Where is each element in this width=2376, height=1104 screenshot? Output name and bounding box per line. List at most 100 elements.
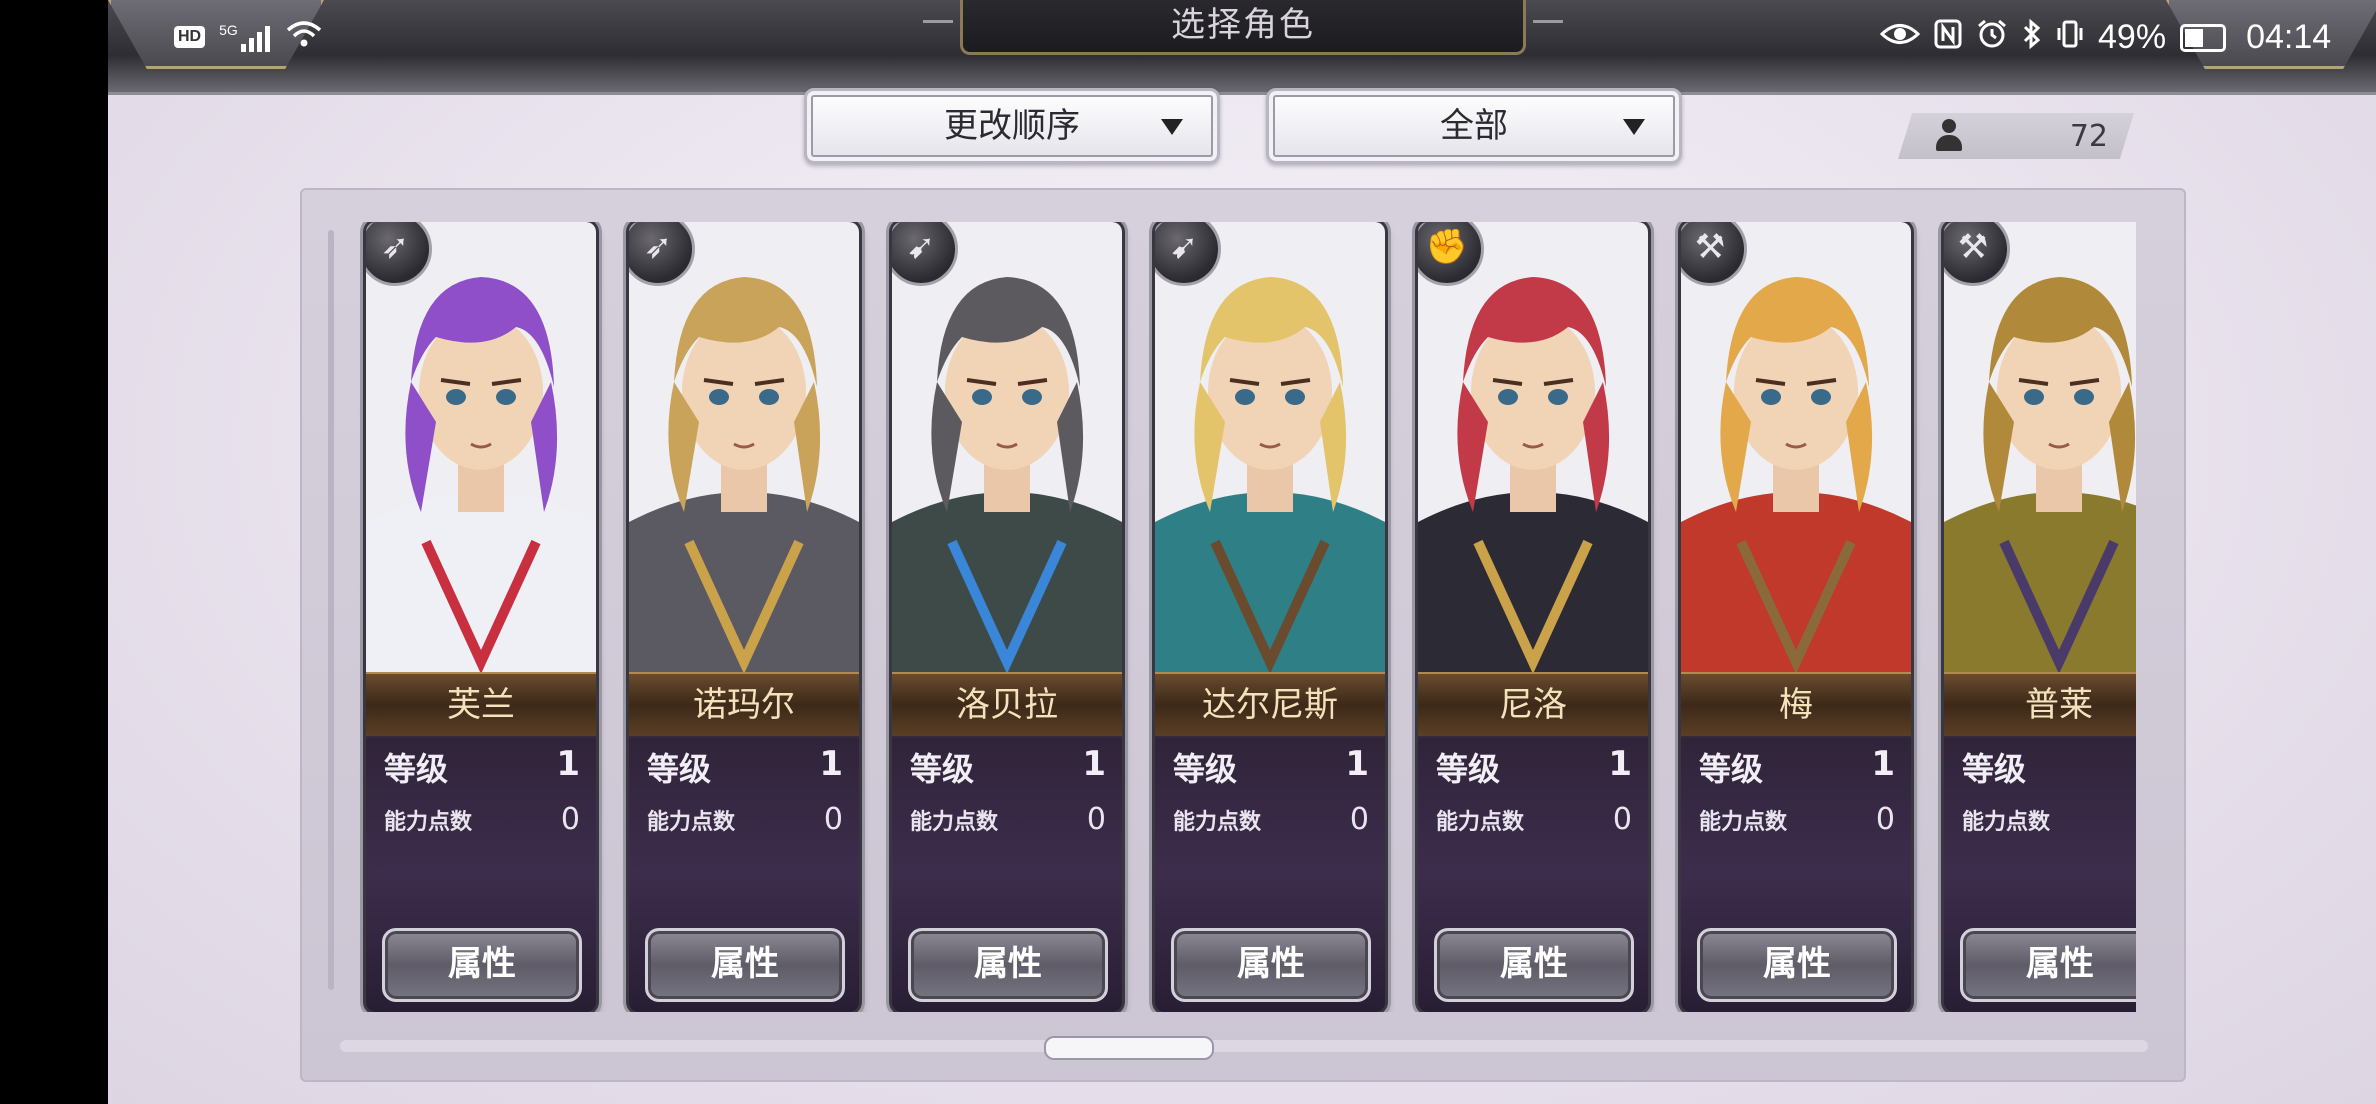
character-card[interactable]: ⚒ 普莱 等级 1 能力点数 0 属性 [1944, 222, 2136, 1012]
character-portrait[interactable] [1418, 222, 1648, 672]
level-label: 等级 [1173, 750, 1238, 788]
character-portrait[interactable] [1681, 222, 1911, 672]
ability-points-row: 能力点数 0 [647, 802, 843, 837]
attributes-button[interactable]: 属性 [1697, 928, 1897, 1002]
signal-icon: 5G [219, 22, 270, 52]
level-label: 等级 [647, 750, 712, 788]
attributes-button[interactable]: 属性 [1960, 928, 2136, 1002]
top-bar: HD 5G 选择角色 49% 04:14 [108, 0, 2376, 95]
ability-points-label: 能力点数 [910, 810, 999, 835]
network-type: 5G [219, 21, 238, 38]
ability-points-value: 0 [1086, 802, 1106, 837]
bluetooth-icon [2022, 18, 2042, 57]
scrollbar-thumb[interactable] [1044, 1036, 1214, 1060]
level-value: 1 [556, 744, 580, 784]
clock: 04:14 [2246, 18, 2332, 56]
level-label: 等级 [384, 750, 449, 788]
character-stats: 等级 1 能力点数 0 属性 [629, 736, 859, 1012]
ability-points-value: 0 [560, 802, 580, 837]
level-row: 等级 1 [1962, 744, 2136, 790]
attributes-button[interactable]: 属性 [908, 928, 1108, 1002]
ability-points-label: 能力点数 [647, 810, 736, 835]
eye-icon [1879, 21, 1921, 54]
character-list-panel: ➶ 芙兰 等级 1 能力点数 0 属性 ➶ 诺玛尔 等级 1 能力点数 0 属性… [300, 188, 2186, 1082]
ability-points-label: 能力点数 [1436, 810, 1525, 835]
ability-points-row: 能力点数 0 [1699, 802, 1895, 837]
chevron-down-icon [1623, 119, 1645, 135]
level-label: 等级 [1436, 750, 1501, 788]
status-right: 49% 04:14 [1879, 18, 2332, 57]
character-portrait[interactable] [629, 222, 859, 672]
level-row: 等级 1 [1436, 744, 1632, 790]
level-row: 等级 1 [647, 744, 843, 790]
character-card[interactable]: ➹ 达尔尼斯 等级 1 能力点数 0 属性 [1155, 222, 1385, 1012]
level-value: 1 [819, 744, 843, 784]
wifi-icon [284, 18, 324, 55]
level-row: 等级 1 [1699, 744, 1895, 790]
character-name: 诺玛尔 [629, 672, 859, 738]
character-portrait[interactable] [892, 222, 1122, 672]
ability-points-value: 0 [823, 802, 843, 837]
ability-points-row: 能力点数 0 [910, 802, 1106, 837]
filter-label: 全部 [1440, 106, 1508, 146]
level-row: 等级 1 [384, 744, 580, 790]
panel-left-edge [328, 230, 334, 990]
character-portrait[interactable] [1944, 222, 2136, 672]
character-count: 72 [2069, 119, 2108, 154]
attributes-button[interactable]: 属性 [1171, 928, 1371, 1002]
character-name: 普莱 [1944, 672, 2136, 738]
ability-points-row: 能力点数 0 [384, 802, 580, 837]
character-name: 芙兰 [366, 672, 596, 738]
level-value: 1 [2134, 744, 2136, 784]
attributes-button[interactable]: 属性 [1434, 928, 1634, 1002]
status-left: HD 5G [174, 18, 324, 55]
page-title: 选择角色 [923, 0, 1563, 55]
battery-icon [2180, 23, 2227, 52]
character-stats: 等级 1 能力点数 0 属性 [1681, 736, 1911, 1012]
character-stats: 等级 1 能力点数 0 属性 [1418, 736, 1648, 1012]
game-screen: HD 5G 选择角色 49% 04:14 更改顺序 全部 72 ➶ 芙兰 等级 … [108, 0, 2376, 1104]
level-row: 等级 1 [1173, 744, 1369, 790]
level-value: 1 [1871, 744, 1895, 784]
character-card-list[interactable]: ➶ 芙兰 等级 1 能力点数 0 属性 ➶ 诺玛尔 等级 1 能力点数 0 属性… [356, 222, 2136, 1012]
vibrate-icon [2056, 18, 2084, 57]
sort-order-label: 更改顺序 [944, 106, 1080, 146]
alarm-icon [1976, 18, 2008, 57]
level-label: 等级 [1962, 750, 2027, 788]
ability-points-row: 能力点数 0 [1173, 802, 1369, 837]
character-card[interactable]: ➶ 芙兰 等级 1 能力点数 0 属性 [366, 222, 596, 1012]
sort-order-dropdown[interactable]: 更改顺序 [804, 88, 1220, 164]
character-card[interactable]: ➶ 诺玛尔 等级 1 能力点数 0 属性 [629, 222, 859, 1012]
character-portrait[interactable] [366, 222, 596, 672]
ability-points-label: 能力点数 [1962, 810, 2051, 835]
level-value: 1 [1608, 744, 1632, 784]
attributes-button[interactable]: 属性 [382, 928, 582, 1002]
filter-dropdown[interactable]: 全部 [1266, 88, 1682, 164]
character-stats: 等级 1 能力点数 0 属性 [892, 736, 1122, 1012]
battery-percent: 49% [2098, 18, 2167, 56]
level-value: 1 [1345, 744, 1369, 784]
ability-points-row: 能力点数 0 [1436, 802, 1632, 837]
level-value: 1 [1082, 744, 1106, 784]
ability-points-value: 0 [1349, 802, 1369, 837]
character-count-badge: 72 [1898, 113, 2134, 159]
level-label: 等级 [1699, 750, 1764, 788]
character-card[interactable]: ⚒ 梅 等级 1 能力点数 0 属性 [1681, 222, 1911, 1012]
character-name: 洛贝拉 [892, 672, 1122, 738]
level-row: 等级 1 [910, 744, 1106, 790]
ability-points-value: 0 [1612, 802, 1632, 837]
character-card[interactable]: ✊ 尼洛 等级 1 能力点数 0 属性 [1418, 222, 1648, 1012]
character-name: 梅 [1681, 672, 1911, 738]
nfc-icon [1934, 19, 1962, 56]
attributes-button[interactable]: 属性 [645, 928, 845, 1002]
character-stats: 等级 1 能力点数 0 属性 [1944, 736, 2136, 1012]
character-card[interactable]: ➹ 洛贝拉 等级 1 能力点数 0 属性 [892, 222, 1122, 1012]
hd-badge: HD [174, 25, 206, 48]
character-name: 尼洛 [1418, 672, 1648, 738]
character-stats: 等级 1 能力点数 0 属性 [1155, 736, 1385, 1012]
ability-points-label: 能力点数 [1173, 810, 1262, 835]
chevron-down-icon [1161, 119, 1183, 135]
scrollbar-track[interactable] [340, 1040, 2148, 1052]
character-portrait[interactable] [1155, 222, 1385, 672]
level-label: 等级 [910, 750, 975, 788]
